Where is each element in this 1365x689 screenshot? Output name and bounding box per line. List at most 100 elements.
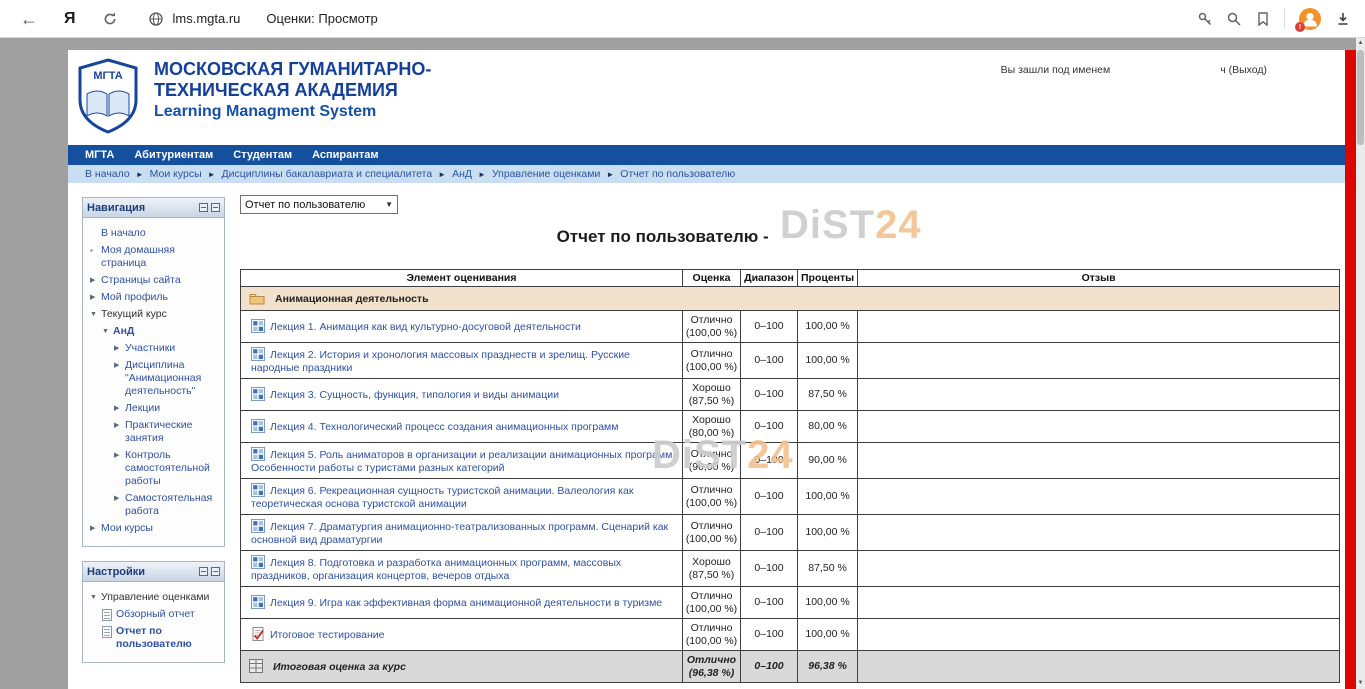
breadcrumb-link[interactable]: Дисциплины бакалавриата и специалитета (222, 168, 433, 180)
sidebar: Навигация В начало ▪Моя домашняя страница… (82, 197, 225, 677)
grade-item-link[interactable]: Лекция 2. История и хронология массовых … (251, 349, 630, 374)
feedback-cell (858, 343, 1340, 379)
report-icon (102, 609, 112, 621)
key-icon[interactable] (1197, 11, 1213, 27)
grade-item-cell: Лекция 8. Подготовка и разработка анимац… (241, 551, 683, 587)
grade-row: Лекция 4. Технологический процесс создан… (241, 411, 1340, 443)
bookmark-icon[interactable] (1255, 11, 1271, 27)
feedback-cell (858, 443, 1340, 479)
feedback-cell (858, 411, 1340, 443)
grade-item-link[interactable]: Лекция 3. Сущность, функция, типология и… (270, 389, 559, 401)
dock-block-icon[interactable] (199, 567, 208, 576)
sidebar-item-label: Страницы сайта (101, 274, 221, 287)
column-header: Проценты (798, 270, 858, 287)
grade-item-cell: Лекция 2. История и хронология массовых … (241, 343, 683, 379)
sidebar-item-label: АнД (113, 325, 221, 338)
feedback-cell (858, 379, 1340, 411)
org-titles: МОСКОВСКАЯ ГУМАНИТАРНО- ТЕХНИЧЕСКАЯ АКАД… (154, 59, 431, 121)
percent-cell: 90,00 % (798, 443, 858, 479)
top-nav: МГТА Абитуриентам Студентам Аспирантам (68, 145, 1345, 165)
report-icon (102, 626, 112, 638)
search-icon[interactable] (1226, 11, 1242, 27)
sidebar-item[interactable]: ▶Страницы сайта (86, 274, 221, 287)
sidebar-item[interactable]: Отчет по пользователю (86, 625, 221, 651)
reload-icon[interactable] (102, 11, 118, 27)
feedback-cell (858, 311, 1340, 343)
url-text[interactable]: lms.mgta.ru (173, 11, 241, 26)
top-nav-item[interactable]: Аспирантам (312, 149, 378, 161)
grade-item-link[interactable]: Лекция 5. Роль аниматоров в организации … (251, 449, 675, 474)
sidebar-item[interactable]: ▼АнД (86, 325, 221, 338)
settings-block-title: Настройки (87, 566, 196, 578)
sidebar-item[interactable]: Обзорный отчет (86, 608, 221, 621)
sidebar-item[interactable]: ▶Самостоятельная работа (86, 492, 221, 518)
grade-item-cell: Лекция 9. Игра как эффективная форма ани… (241, 587, 683, 619)
scroll-up-icon[interactable]: ▲ (1356, 38, 1365, 49)
sidebar-item[interactable]: ▼Текущий курс (86, 308, 221, 321)
breadcrumb-link[interactable]: Отчет по пользователю (620, 168, 735, 180)
breadcrumb-link[interactable]: Мои курсы (150, 168, 202, 180)
grade-row: Лекция 8. Подготовка и разработка анимац… (241, 551, 1340, 587)
grade-item-link[interactable]: Лекция 7. Драматургия анимационно-театра… (251, 521, 668, 546)
grade-item-link[interactable]: Лекция 8. Подготовка и разработка анимац… (251, 557, 621, 582)
percent-cell: 87,50 % (798, 379, 858, 411)
grade-cell: Отлично (90,00 %) (683, 443, 741, 479)
sidebar-item-label: Дисциплина "Анимационная деятельность" (125, 359, 221, 398)
scroll-down-icon[interactable]: ▼ (1356, 678, 1365, 689)
range-cell: 0–100 (741, 479, 798, 515)
report-format-select[interactable]: Отчет по пользователю ▼ (240, 195, 398, 214)
feedback-cell (858, 619, 1340, 651)
sidebar-item[interactable]: ▶Мой профиль (86, 291, 221, 304)
scrollbar-thumb[interactable] (1357, 50, 1364, 145)
top-nav-item[interactable]: МГТА (85, 149, 114, 161)
site-globe-icon (148, 11, 164, 27)
category-label: Анимационная деятельность (275, 293, 429, 305)
sidebar-item[interactable]: ▶Контроль самостоятельной работы (86, 449, 221, 488)
breadcrumb-link[interactable]: Управление оценками (492, 168, 600, 180)
back-icon[interactable]: ← (20, 10, 38, 28)
dock-block-icon[interactable] (199, 203, 208, 212)
browser-toolbar: ← Я lms.mgta.ru Оценки: Просмотр ! (0, 0, 1365, 38)
sidebar-item[interactable]: ▪Моя домашняя страница (86, 244, 221, 270)
lesson-icon (251, 595, 265, 609)
lesson-icon (251, 319, 265, 333)
grade-item-link[interactable]: Лекция 6. Рекреационная сущность туристс… (251, 485, 633, 510)
grade-cell: Отлично (100,00 %) (683, 343, 741, 379)
lesson-icon (251, 447, 265, 461)
sidebar-item[interactable]: ▼Управление оценками (86, 591, 221, 604)
browser-logo-icon[interactable]: Я (64, 10, 76, 28)
grade-item-link[interactable]: Итоговое тестирование (270, 629, 385, 641)
navigation-block-title: Навигация (87, 202, 196, 214)
sidebar-item[interactable]: ▶Лекции (86, 402, 221, 415)
breadcrumb-link[interactable]: В начало (85, 168, 130, 180)
grade-table-header-row: Элемент оцениванияОценкаДиапазонПроценты… (241, 270, 1340, 287)
column-header: Элемент оценивания (241, 270, 683, 287)
tree-expanded-icon: ▼ (90, 591, 101, 604)
breadcrumb-link[interactable]: АнД (452, 168, 472, 180)
percent-cell: 100,00 % (798, 515, 858, 551)
grade-row: Лекция 3. Сущность, функция, типология и… (241, 379, 1340, 411)
hide-block-icon[interactable] (211, 567, 220, 576)
sidebar-item[interactable]: ▶Мои курсы (86, 522, 221, 535)
range-cell: 0–100 (741, 551, 798, 587)
grade-item-link[interactable]: Лекция 1. Анимация как вид культурно-дос… (270, 321, 581, 333)
top-nav-item[interactable]: Абитуриентам (134, 149, 213, 161)
sidebar-item[interactable]: ▶Дисциплина "Анимационная деятельность" (86, 359, 221, 398)
logout-link[interactable]: ч (Выход) (1220, 64, 1267, 76)
range-cell: 0–100 (741, 619, 798, 651)
download-icon[interactable] (1335, 11, 1351, 27)
top-nav-item[interactable]: Студентам (233, 149, 292, 161)
hide-block-icon[interactable] (211, 203, 220, 212)
sidebar-item[interactable]: ▶Участники (86, 342, 221, 355)
grade-item-link[interactable]: Лекция 4. Технологический процесс создан… (270, 421, 618, 433)
org-name-line2: ТЕХНИЧЕСКАЯ АКАДЕМИЯ (154, 80, 431, 101)
grade-item-link[interactable]: Лекция 9. Игра как эффективная форма ани… (270, 597, 662, 609)
grade-item-cell: Лекция 6. Рекреационная сущность туристс… (241, 479, 683, 515)
main-content: Отчет по пользователю ▼ Отчет по пользов… (240, 183, 1342, 683)
sidebar-item-label: Отчет по пользователю (116, 625, 221, 651)
sidebar-item[interactable]: ▶Практические занятия (86, 419, 221, 445)
profile-avatar[interactable]: ! (1298, 7, 1322, 31)
grade-item-cell: Лекция 7. Драматургия анимационно-театра… (241, 515, 683, 551)
sidebar-item[interactable]: В начало (86, 227, 221, 240)
page-scrollbar[interactable]: ▲ ▼ (1356, 38, 1365, 689)
